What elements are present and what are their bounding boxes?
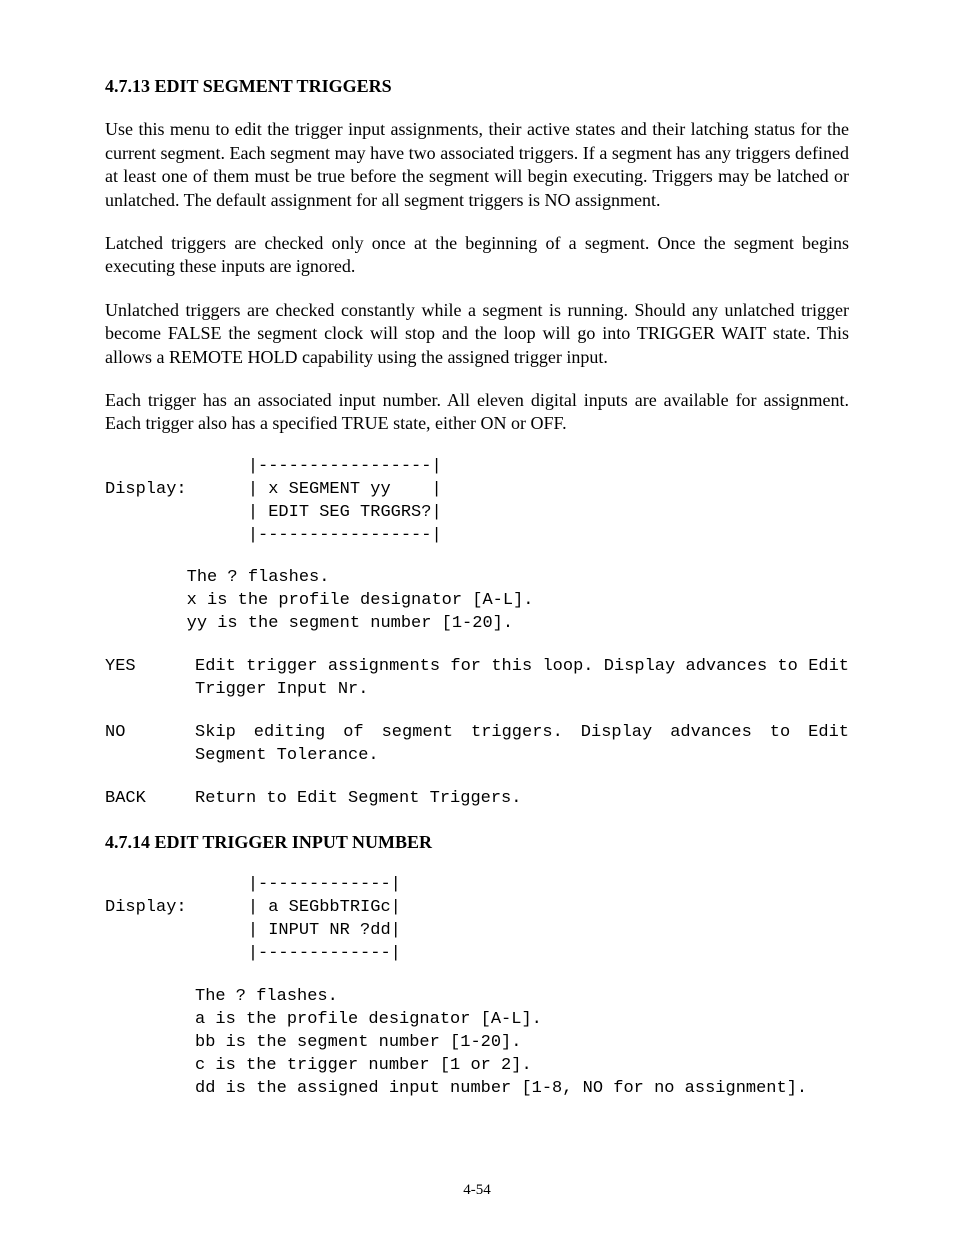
display-2-notes: The ? flashes. a is the profile designat… — [105, 986, 849, 1101]
display-panel-2: |-------------| Display: | a SEGbbTRIGc|… — [105, 874, 849, 966]
display-panel-1: |-----------------| Display: | x SEGMENT… — [105, 456, 849, 548]
paragraph-unlatched: Unlatched triggers are checked constantl… — [105, 299, 849, 369]
option-no-desc: Skip editing of segment triggers. Displa… — [195, 722, 849, 768]
option-no-label: NO — [105, 722, 195, 768]
option-yes-desc: Edit trigger assignments for this loop. … — [195, 656, 849, 702]
section-heading-4-7-13: 4.7.13 EDIT SEGMENT TRIGGERS — [105, 75, 849, 98]
option-back-label: BACK — [105, 788, 195, 811]
page-number: 4-54 — [105, 1181, 849, 1201]
paragraph-intro: Use this menu to edit the trigger input … — [105, 118, 849, 212]
option-yes-row: YES Edit trigger assignments for this lo… — [105, 656, 849, 702]
paragraph-latched: Latched triggers are checked only once a… — [105, 232, 849, 279]
option-no-row: NO Skip editing of segment triggers. Dis… — [105, 722, 849, 768]
option-yes-label: YES — [105, 656, 195, 702]
paragraph-input-number: Each trigger has an associated input num… — [105, 389, 849, 436]
option-back-row: BACK Return to Edit Segment Triggers. — [105, 788, 849, 811]
section-heading-4-7-14: 4.7.14 EDIT TRIGGER INPUT NUMBER — [105, 831, 849, 854]
option-back-desc: Return to Edit Segment Triggers. — [195, 788, 849, 811]
display-1-notes: The ? flashes. x is the profile designat… — [105, 567, 849, 636]
